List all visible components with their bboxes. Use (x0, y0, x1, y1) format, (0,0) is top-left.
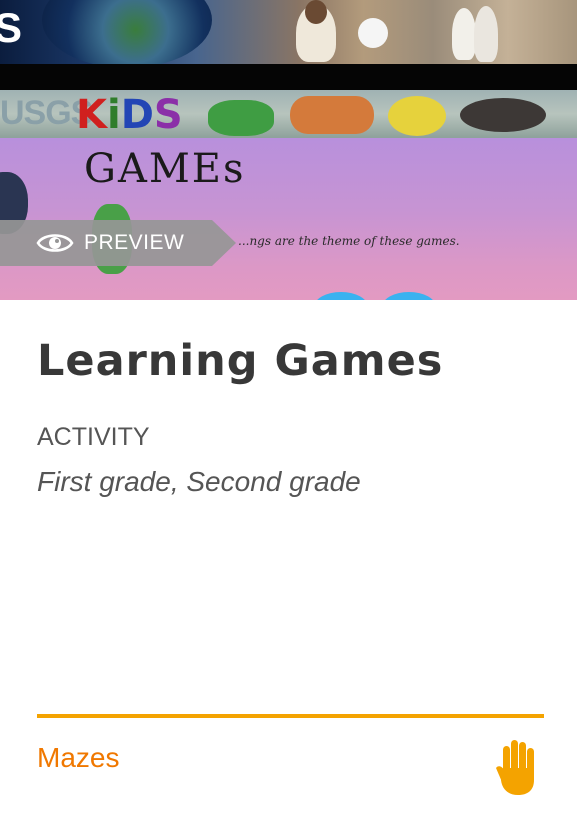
grade-levels: First grade, Second grade (37, 466, 361, 497)
topic-link-mazes[interactable]: Mazes (37, 742, 119, 774)
person-photo (305, 0, 327, 24)
crocodile-cartoon (208, 100, 274, 136)
games-caption-text: ...ngs are the theme of these games. (238, 234, 460, 248)
plane-cartoon (290, 96, 374, 134)
person-photo (452, 8, 476, 60)
vulture-cartoon (460, 98, 546, 132)
resource-type-label: ACTIVITY (37, 423, 150, 451)
games-heading-image: GAMEs (84, 146, 246, 192)
preview-button[interactable]: PREVIEW (0, 220, 236, 266)
eye-icon (36, 231, 74, 255)
footer-divider (37, 714, 544, 718)
preview-label: PREVIEW (84, 231, 185, 254)
person-photo (474, 6, 498, 62)
resource-card[interactable]: S USGS KiDS GAMEs ...ngs are the theme o… (0, 0, 577, 839)
card-title[interactable]: Learning Games (37, 336, 443, 386)
hand-icon[interactable] (494, 738, 540, 796)
kids-logo-text: KiDS (76, 92, 183, 138)
globe-ball-photo (358, 18, 388, 48)
banner-divider (0, 64, 577, 90)
bug-cartoon (388, 96, 446, 136)
logo-fragment: S (0, 4, 23, 51)
thumbnail-image[interactable]: S USGS KiDS GAMEs ...ngs are the theme o… (0, 0, 577, 300)
